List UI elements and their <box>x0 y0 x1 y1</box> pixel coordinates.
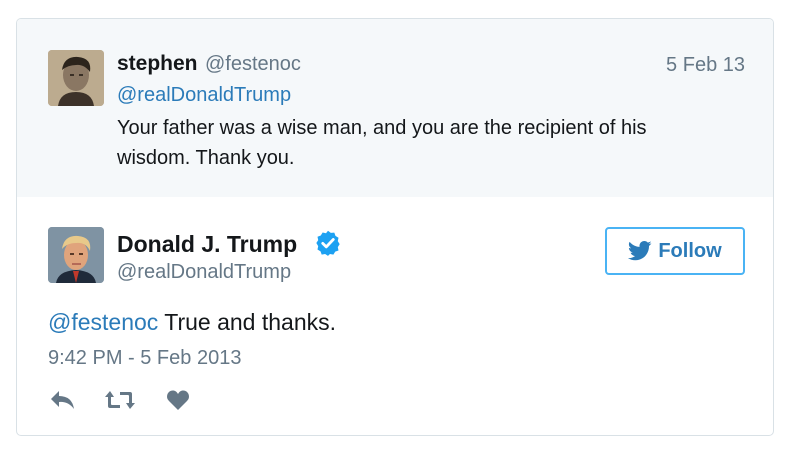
parent-author-avatar[interactable] <box>48 50 104 106</box>
parent-tweet-date[interactable]: 5 Feb 13 <box>666 54 745 77</box>
tweet-mention-link[interactable]: @festenoc <box>48 309 158 335</box>
parent-mention-link[interactable]: @realDonaldTrump <box>117 84 291 107</box>
like-icon <box>167 390 189 410</box>
author-handle[interactable]: @realDonaldTrump <box>117 261 291 284</box>
author-avatar-image <box>48 227 104 283</box>
parent-avatar-image <box>48 50 104 106</box>
tweet-body-text: True and thanks. <box>158 309 337 335</box>
tweet-text: @festenoc True and thanks. <box>48 309 336 336</box>
parent-tweet[interactable]: stephen @festenoc 5 Feb 13 @realDonaldTr… <box>17 19 773 197</box>
verified-badge-icon <box>316 230 340 256</box>
reply-button[interactable] <box>50 389 78 413</box>
follow-button-label: Follow <box>658 239 722 262</box>
parent-author-name[interactable]: stephen <box>117 52 198 76</box>
retweet-button[interactable] <box>104 389 136 413</box>
follow-button[interactable]: Follow <box>605 227 745 275</box>
author-name[interactable]: Donald J. Trump <box>117 231 297 258</box>
like-button[interactable] <box>166 389 194 413</box>
twitter-bird-icon <box>628 241 652 261</box>
embedded-tweet-card: stephen @festenoc 5 Feb 13 @realDonaldTr… <box>16 18 774 436</box>
parent-tweet-text: Your father was a wise man, and you are … <box>117 117 647 169</box>
parent-author-handle[interactable]: @festenoc <box>205 53 301 76</box>
reply-icon <box>51 391 74 409</box>
author-avatar[interactable] <box>48 227 104 283</box>
retweet-icon <box>105 391 135 409</box>
tweet-timestamp[interactable]: 9:42 PM - 5 Feb 2013 <box>48 347 241 370</box>
